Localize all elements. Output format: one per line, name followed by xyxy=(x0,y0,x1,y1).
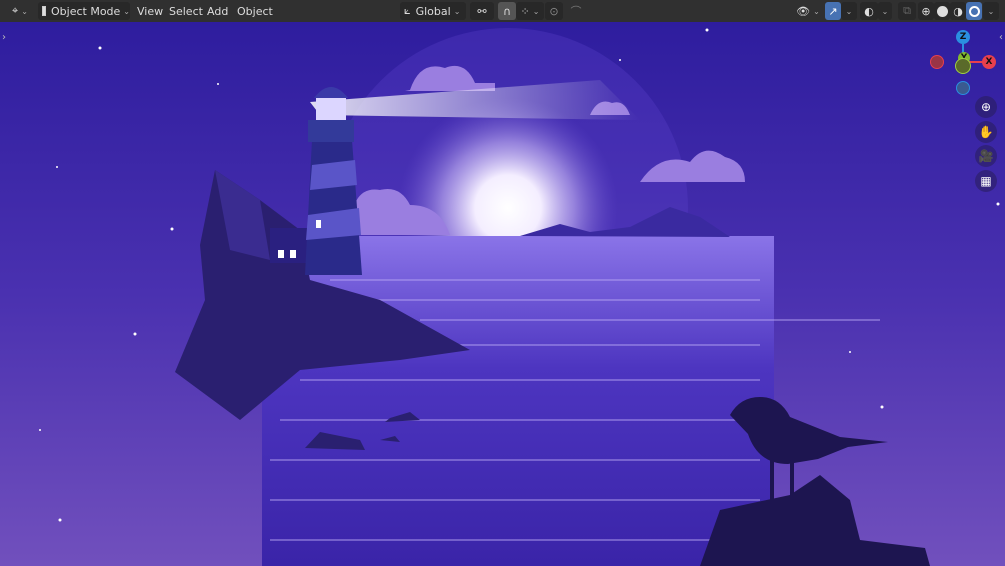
overlay-toggle[interactable]: ◐ xyxy=(860,2,878,20)
zoom-icon: ⊕ xyxy=(980,100,992,114)
gizmo-neg-y-axis[interactable] xyxy=(955,58,971,74)
shading-material-preview[interactable]: ◑ xyxy=(950,2,966,20)
visibility-dropdown[interactable]: 👁 ⌄ xyxy=(794,2,822,20)
3d-viewport-icon: ⌖ xyxy=(12,4,19,17)
3d-viewport[interactable]: › ‹ Z Y X ⊕ ✋ 🎥 ▦ xyxy=(0,22,1005,566)
viewport-header: ⌖ ⌄ Object Mode ⌄ View Select Add Object ⟀… xyxy=(0,0,1005,22)
orientation-icon: ⟀ xyxy=(404,4,411,17)
shading-rendered[interactable] xyxy=(966,2,982,20)
gizmo-icon: ↗ xyxy=(828,4,838,18)
object-mode-icon xyxy=(42,6,46,16)
snap-target-dropdown[interactable]: ⁘ ⌄ xyxy=(516,2,544,20)
material-sphere-icon: ◑ xyxy=(953,4,963,18)
solid-sphere-icon xyxy=(936,5,948,17)
gizmo-neg-x-axis[interactable] xyxy=(930,55,944,69)
camera-icon: 🎥 xyxy=(978,149,994,163)
xray-icon: ⧉ xyxy=(903,4,911,17)
toolbar-expand-arrow[interactable]: › xyxy=(2,32,6,43)
xray-toggle[interactable]: ⧉ xyxy=(898,2,916,20)
snap-toggle[interactable]: ∩ xyxy=(498,2,516,20)
snap-grid-icon: ⁘ xyxy=(520,4,530,18)
menu-add[interactable]: Add xyxy=(201,2,234,20)
shading-solid[interactable] xyxy=(934,2,950,20)
mode-dropdown[interactable]: Object Mode ⌄ xyxy=(38,2,130,20)
proportional-edit-toggle[interactable]: ⊙ xyxy=(545,2,563,20)
magnet-icon: ∩ xyxy=(502,4,512,18)
grid-icon: ▦ xyxy=(980,174,992,188)
mode-label: Object Mode xyxy=(51,4,121,18)
pivot-dropdown[interactable]: ⚯ xyxy=(470,2,494,20)
editor-type-button[interactable]: ⌖ ⌄ xyxy=(6,2,34,20)
falloff-curve-icon: ⌒ xyxy=(570,5,582,18)
gizmo-toggle[interactable]: ↗ xyxy=(825,2,841,20)
menu-object[interactable]: Object xyxy=(231,2,279,20)
wireframe-sphere-icon: ⊕ xyxy=(921,4,931,18)
orientation-label: Global xyxy=(415,4,451,18)
zoom-button[interactable]: ⊕ xyxy=(975,96,997,118)
gizmo-x-axis[interactable]: X xyxy=(982,55,996,69)
proportional-edit-icon: ⊙ xyxy=(549,4,559,18)
gizmo-z-axis[interactable]: Z xyxy=(956,30,970,44)
hand-icon: ✋ xyxy=(978,125,994,139)
sidebar-expand-arrow[interactable]: ‹ xyxy=(999,32,1003,43)
gizmo-neg-z-axis[interactable] xyxy=(956,81,970,95)
overlay-icon: ◐ xyxy=(864,4,874,18)
shading-dropdown[interactable]: ⌄ xyxy=(983,2,999,20)
render-illustration xyxy=(39,28,1000,566)
sea xyxy=(262,236,774,566)
visibility-icon: 👁 xyxy=(796,4,811,18)
rendered-sphere-icon xyxy=(968,5,980,17)
overlay-dropdown[interactable]: ⌄ xyxy=(878,2,892,20)
camera-view-button[interactable]: 🎥 xyxy=(975,145,997,167)
shading-wireframe[interactable]: ⊕ xyxy=(918,2,934,20)
falloff-dropdown[interactable]: ⌒ xyxy=(563,2,589,20)
pivot-icon: ⚯ xyxy=(477,4,487,18)
pan-button[interactable]: ✋ xyxy=(975,121,997,143)
gizmo-dropdown[interactable]: ⌄ xyxy=(841,2,857,20)
transform-orientation-dropdown[interactable]: ⟀ Global ⌄ xyxy=(400,2,466,20)
ortho-toggle-button[interactable]: ▦ xyxy=(975,170,997,192)
